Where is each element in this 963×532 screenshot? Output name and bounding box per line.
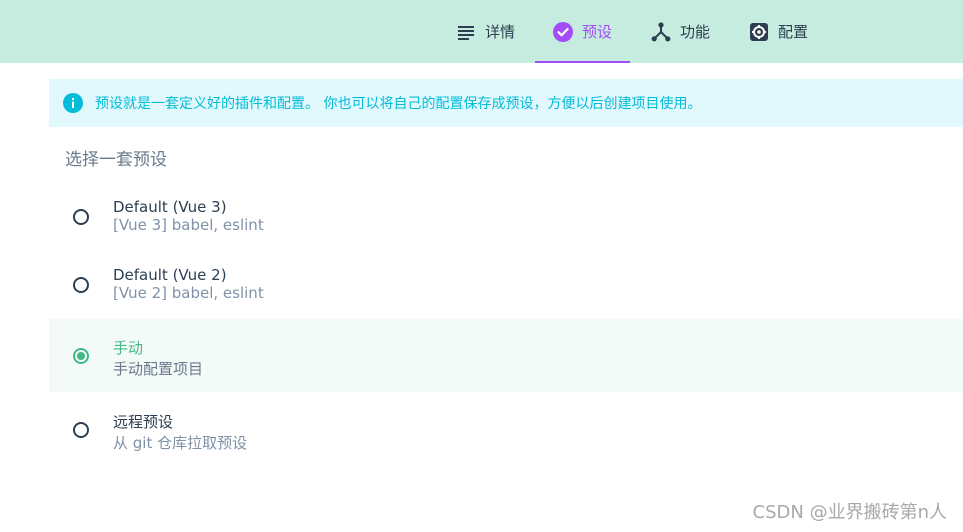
watermark: CSDN @业界搬砖第n人 [752, 502, 947, 523]
preset-item-default-vue3[interactable]: Default (Vue 3) [Vue 3] babel, eslint [49, 183, 963, 249]
preset-item-remote[interactable]: 远程预设 从 git 仓库拉取预设 [49, 396, 963, 464]
radio-button[interactable] [73, 277, 89, 293]
info-banner: 预设就是一套定义好的插件和配置。 你也可以将自己的配置保存成预设，方便以后创建项… [49, 79, 963, 127]
preset-description: 从 git 仓库拉取预设 [113, 434, 248, 452]
preset-name: 远程预设 [113, 413, 174, 431]
preset-name: Default (Vue 2) [113, 266, 227, 284]
fork-icon [651, 21, 671, 42]
preset-name: 手动 [113, 339, 144, 357]
tab-details[interactable]: 详情 [456, 0, 515, 63]
preset-description: [Vue 2] babel, eslint [113, 284, 264, 302]
tab-presets-label: 预设 [582, 23, 613, 41]
tab-features-label: 功能 [680, 23, 711, 41]
radio-button[interactable] [73, 422, 89, 438]
top-nav-bar: 详情 预设 功能 配置 [0, 0, 963, 63]
radio-button-selected[interactable] [73, 348, 89, 364]
tab-features[interactable]: 功能 [651, 0, 710, 63]
preset-item-manual[interactable]: 手动 手动配置项目 [49, 319, 963, 392]
info-banner-text: 预设就是一套定义好的插件和配置。 你也可以将自己的配置保存成预设，方便以后创建项… [95, 96, 702, 112]
preset-item-default-vue2[interactable]: Default (Vue 2) [Vue 2] babel, eslint [49, 251, 963, 317]
radio-button[interactable] [73, 209, 89, 225]
details-list-icon [456, 22, 476, 42]
info-icon [63, 93, 83, 113]
preset-description: [Vue 3] babel, eslint [113, 216, 264, 234]
tab-config-label: 配置 [778, 23, 809, 41]
tab-details-label: 详情 [485, 23, 516, 41]
preset-name: Default (Vue 3) [113, 198, 227, 216]
tab-presets[interactable]: 预设 [534, 0, 631, 63]
tab-config[interactable]: 配置 [749, 0, 808, 63]
section-title: 选择一套预设 [65, 150, 167, 170]
check-circle-icon [553, 21, 573, 42]
gear-icon [749, 22, 769, 42]
preset-description: 手动配置项目 [113, 360, 204, 378]
